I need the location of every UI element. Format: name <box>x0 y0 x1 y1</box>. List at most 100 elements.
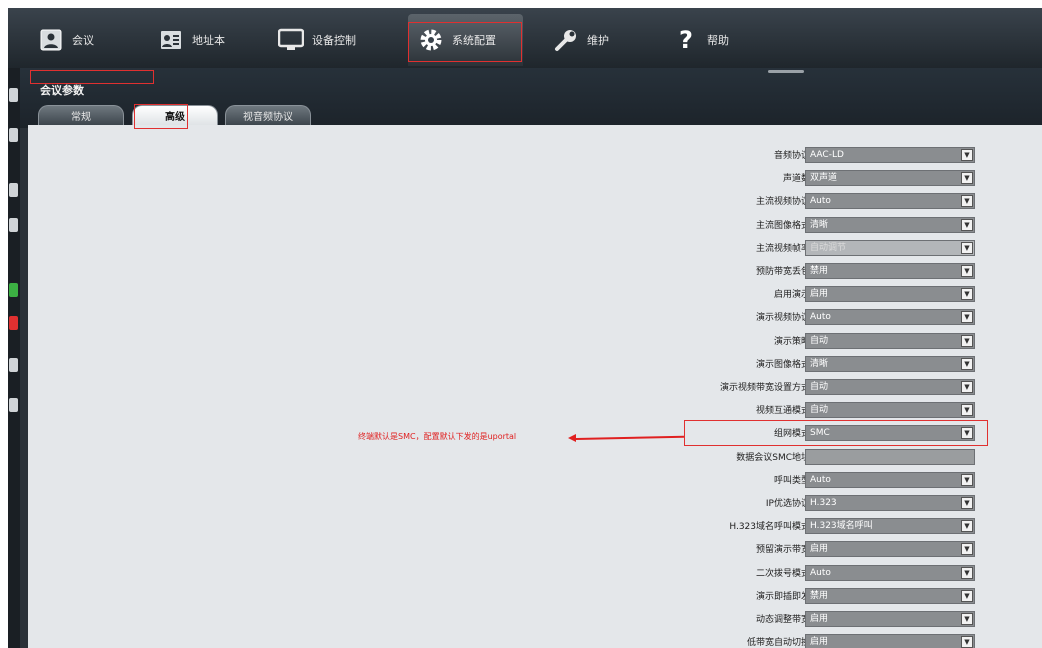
setting-label: 主流视频协议 <box>755 197 810 208</box>
chevron-down-icon: ▼ <box>961 241 973 254</box>
setting-value: Auto <box>810 474 831 485</box>
tab-advanced[interactable]: 高级 <box>132 105 218 125</box>
chevron-down-icon: ▼ <box>961 334 973 347</box>
setting-text-input[interactable] <box>805 448 975 465</box>
settings-panel: 音频协议 AAC-LD ▼ 声道数 双声道 ▼ 主流视频协议 Auto ▼ 主流图像格式 清晰 ▼ 主流… <box>28 125 1042 648</box>
setting-value: 禁用 <box>810 266 829 276</box>
setting-value: 启用 <box>810 614 829 624</box>
chevron-down-icon: ▼ <box>961 473 973 486</box>
setting-value: 自动调节 <box>810 242 847 253</box>
setting-label: 主流图像格式 <box>755 220 810 231</box>
nav-label: 地址本 <box>192 34 225 47</box>
chevron-down-icon: ▼ <box>961 311 973 324</box>
setting-row: 二次拨号模式 Auto ▼ <box>28 563 1042 583</box>
setting-value: 自动 <box>810 405 829 416</box>
toolbar-icon[interactable] <box>9 358 18 372</box>
setting-dropdown[interactable]: Auto ▼ <box>805 471 975 488</box>
tab-general[interactable]: 常规 <box>38 105 124 125</box>
toolbar-icon[interactable] <box>9 88 18 102</box>
setting-value: 启用 <box>810 544 829 555</box>
app-window: 会议 地址本 设备控制 系统配置 维护 ? 帮助 会议参数 常规 高级 视音频协… <box>8 8 1042 648</box>
annotation-arrow-head <box>568 434 576 442</box>
setting-row: H.323域名呼叫模式 H.323域名呼叫 ▼ <box>28 516 1042 536</box>
setting-value: 双声道 <box>810 173 838 184</box>
setting-row: 呼叫类型 Auto ▼ <box>28 470 1042 490</box>
setting-row: 数据会议SMC地址 <box>28 447 1042 467</box>
setting-dropdown[interactable]: 自动 ▼ <box>805 402 975 419</box>
nav-item-address-book[interactable]: 地址本 <box>158 14 225 66</box>
setting-dropdown[interactable]: H.323 ▼ <box>805 495 975 511</box>
toolbar-icon[interactable] <box>9 218 18 232</box>
setting-dropdown[interactable]: 禁用 ▼ <box>805 263 975 279</box>
nav-item-device-control[interactable]: 设备控制 <box>278 14 356 66</box>
setting-row: 演示即插即发 禁用 ▼ <box>28 586 1042 606</box>
toolbar-icon[interactable] <box>9 128 18 142</box>
chevron-down-icon: ▼ <box>961 172 973 185</box>
setting-value: 启用 <box>810 289 829 300</box>
status-icon <box>9 283 18 297</box>
toolbar-icon[interactable] <box>9 398 18 412</box>
setting-label: 低带宽自动切换 <box>746 638 810 648</box>
tab-av-protocol[interactable]: 视音频协议 <box>225 105 311 125</box>
chevron-down-icon: ▼ <box>961 195 973 208</box>
setting-dropdown[interactable]: SMC ▼ <box>805 425 975 442</box>
setting-dropdown[interactable]: 启用 ▼ <box>805 634 975 648</box>
scroll-handle[interactable] <box>768 70 804 73</box>
nav-label: 会议 <box>72 34 94 47</box>
chevron-down-icon: ▼ <box>961 566 973 579</box>
setting-value: 自动 <box>810 335 829 346</box>
chevron-down-icon: ▼ <box>961 636 973 648</box>
nav-label: 帮助 <box>707 34 729 47</box>
setting-value: SMC <box>810 428 830 439</box>
monitor-icon <box>278 27 304 53</box>
nav-item-help[interactable]: ? 帮助 <box>673 14 729 66</box>
conference-icon <box>38 27 64 53</box>
toolbar-icon[interactable] <box>9 183 18 197</box>
wrench-icon <box>553 27 579 53</box>
nav-label: 维护 <box>587 34 609 47</box>
setting-dropdown[interactable]: 启用 ▼ <box>805 611 975 627</box>
nav-item-maintenance[interactable]: 维护 <box>553 14 609 66</box>
nav-label: 系统配置 <box>452 34 496 47</box>
setting-label: 视频互通模式 <box>755 406 810 417</box>
setting-dropdown[interactable]: Auto ▼ <box>805 309 975 326</box>
address-book-icon <box>158 27 184 53</box>
setting-row: 启用演示 启用 ▼ <box>28 284 1042 304</box>
chevron-down-icon: ▼ <box>961 218 973 231</box>
setting-value: 清晰 <box>810 358 829 369</box>
setting-dropdown[interactable]: H.323域名呼叫 ▼ <box>805 518 975 535</box>
annotation-note: 终端默认是SMC，配置默认下发的是uportal <box>358 432 517 441</box>
chevron-down-icon: ▼ <box>961 381 973 393</box>
nav-item-system-config[interactable]: 系统配置 <box>408 14 523 66</box>
setting-row: 演示图像格式 清晰 ▼ <box>28 354 1042 374</box>
setting-row: 低带宽自动切换 启用 ▼ <box>28 632 1042 648</box>
setting-row: 演示视频协议 Auto ▼ <box>28 307 1042 327</box>
setting-label: 动态调整带宽 <box>755 615 810 625</box>
setting-row: 预留演示带宽 启用 ▼ <box>28 539 1042 559</box>
chevron-down-icon: ▼ <box>961 149 973 161</box>
top-navigation: 会议 地址本 设备控制 系统配置 维护 ? 帮助 <box>8 8 1042 68</box>
setting-dropdown[interactable]: Auto ▼ <box>805 564 975 581</box>
chevron-down-icon: ▼ <box>961 404 973 417</box>
setting-dropdown[interactable]: 启用 ▼ <box>805 541 975 558</box>
setting-dropdown[interactable]: Auto ▼ <box>805 193 975 210</box>
setting-value: Auto <box>810 196 831 207</box>
gear-icon <box>418 27 444 53</box>
setting-dropdown[interactable]: 双声道 ▼ <box>805 170 975 187</box>
setting-dropdown[interactable]: 清晰 ▼ <box>805 216 975 233</box>
setting-label: 二次拨号模式 <box>755 568 810 579</box>
setting-dropdown[interactable]: 禁用 ▼ <box>805 587 975 604</box>
setting-dropdown[interactable]: AAC-LD ▼ <box>805 147 975 163</box>
chevron-down-icon: ▼ <box>961 288 973 301</box>
setting-label: H.323域名呼叫模式 <box>729 522 810 533</box>
setting-row: 视频互通模式 自动 ▼ <box>28 400 1042 420</box>
setting-dropdown[interactable]: 自动 ▼ <box>805 379 975 395</box>
setting-row: 演示策略 自动 ▼ <box>28 331 1042 351</box>
chevron-down-icon: ▼ <box>961 497 973 509</box>
setting-label: 主流视频帧率 <box>755 243 810 254</box>
setting-dropdown[interactable]: 启用 ▼ <box>805 286 975 303</box>
setting-dropdown[interactable]: 自动 ▼ <box>805 332 975 349</box>
setting-label: 预留演示带宽 <box>755 545 810 556</box>
setting-dropdown[interactable]: 清晰 ▼ <box>805 355 975 372</box>
nav-item-conference[interactable]: 会议 <box>38 14 94 66</box>
